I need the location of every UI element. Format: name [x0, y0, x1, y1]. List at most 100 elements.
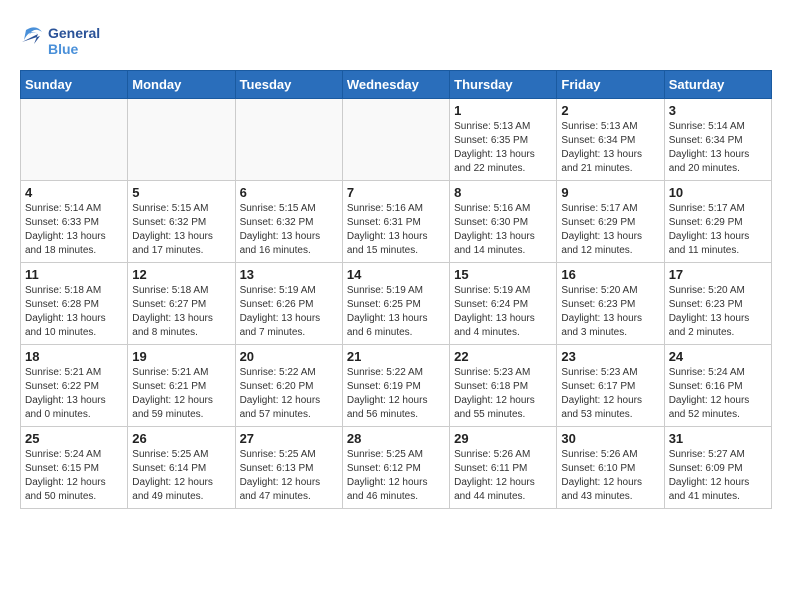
svg-text:Blue: Blue — [48, 41, 79, 57]
day-number: 11 — [25, 267, 123, 282]
day-number: 31 — [669, 431, 767, 446]
day-number: 12 — [132, 267, 230, 282]
calendar-day: 25 Sunrise: 5:24 AM Sunset: 6:15 PM Dayli… — [21, 427, 128, 509]
calendar-day: 10 Sunrise: 5:17 AM Sunset: 6:29 PM Dayli… — [664, 181, 771, 263]
day-number: 5 — [132, 185, 230, 200]
day-info: Sunrise: 5:22 AM Sunset: 6:20 PM Dayligh… — [240, 366, 338, 422]
calendar-day: 7 Sunrise: 5:16 AM Sunset: 6:31 PM Daylig… — [342, 181, 449, 263]
day-number: 4 — [25, 185, 123, 200]
day-info: Sunrise: 5:19 AM Sunset: 6:24 PM Dayligh… — [454, 284, 552, 340]
day-info: Sunrise: 5:14 AM Sunset: 6:34 PM Dayligh… — [669, 120, 767, 176]
day-number: 27 — [240, 431, 338, 446]
calendar-day — [128, 99, 235, 181]
calendar-day: 16 Sunrise: 5:20 AM Sunset: 6:23 PM Dayli… — [557, 263, 664, 345]
day-info: Sunrise: 5:16 AM Sunset: 6:30 PM Dayligh… — [454, 202, 552, 258]
column-header-saturday: Saturday — [664, 71, 771, 99]
calendar-day: 19 Sunrise: 5:21 AM Sunset: 6:21 PM Dayli… — [128, 345, 235, 427]
column-header-thursday: Thursday — [450, 71, 557, 99]
calendar-day: 31 Sunrise: 5:27 AM Sunset: 6:09 PM Dayli… — [664, 427, 771, 509]
day-info: Sunrise: 5:18 AM Sunset: 6:27 PM Dayligh… — [132, 284, 230, 340]
calendar-day: 30 Sunrise: 5:26 AM Sunset: 6:10 PM Dayli… — [557, 427, 664, 509]
day-info: Sunrise: 5:13 AM Sunset: 6:34 PM Dayligh… — [561, 120, 659, 176]
day-number: 14 — [347, 267, 445, 282]
calendar-day: 2 Sunrise: 5:13 AM Sunset: 6:34 PM Daylig… — [557, 99, 664, 181]
calendar-day: 21 Sunrise: 5:22 AM Sunset: 6:19 PM Dayli… — [342, 345, 449, 427]
calendar-header-row: SundayMondayTuesdayWednesdayThursdayFrid… — [21, 71, 772, 99]
calendar-day: 23 Sunrise: 5:23 AM Sunset: 6:17 PM Dayli… — [557, 345, 664, 427]
column-header-friday: Friday — [557, 71, 664, 99]
calendar-day: 4Sunrise: 5:14 AM Sunset: 6:33 PM Daylig… — [21, 181, 128, 263]
day-number: 16 — [561, 267, 659, 282]
day-number: 24 — [669, 349, 767, 364]
day-number: 21 — [347, 349, 445, 364]
calendar-week-row: 25 Sunrise: 5:24 AM Sunset: 6:15 PM Dayli… — [21, 427, 772, 509]
calendar-day: 18Sunrise: 5:21 AM Sunset: 6:22 PM Dayli… — [21, 345, 128, 427]
day-info: Sunrise: 5:26 AM Sunset: 6:10 PM Dayligh… — [561, 448, 659, 504]
day-number: 28 — [347, 431, 445, 446]
day-info: Sunrise: 5:26 AM Sunset: 6:11 PM Dayligh… — [454, 448, 552, 504]
day-number: 19 — [132, 349, 230, 364]
day-number: 26 — [132, 431, 230, 446]
day-info: Sunrise: 5:20 AM Sunset: 6:23 PM Dayligh… — [561, 284, 659, 340]
day-number: 30 — [561, 431, 659, 446]
day-number: 25 — [25, 431, 123, 446]
day-info: Sunrise: 5:19 AM Sunset: 6:25 PM Dayligh… — [347, 284, 445, 340]
day-number: 10 — [669, 185, 767, 200]
calendar-day: 12 Sunrise: 5:18 AM Sunset: 6:27 PM Dayli… — [128, 263, 235, 345]
day-number: 3 — [669, 103, 767, 118]
day-number: 2 — [561, 103, 659, 118]
calendar-week-row: 4Sunrise: 5:14 AM Sunset: 6:33 PM Daylig… — [21, 181, 772, 263]
day-info: Sunrise: 5:25 AM Sunset: 6:12 PM Dayligh… — [347, 448, 445, 504]
logo: GeneralBlue — [20, 20, 100, 60]
day-info: Sunrise: 5:23 AM Sunset: 6:17 PM Dayligh… — [561, 366, 659, 422]
column-header-wednesday: Wednesday — [342, 71, 449, 99]
calendar-day — [235, 99, 342, 181]
calendar-week-row: 18Sunrise: 5:21 AM Sunset: 6:22 PM Dayli… — [21, 345, 772, 427]
calendar-week-row: 1Sunrise: 5:13 AM Sunset: 6:35 PM Daylig… — [21, 99, 772, 181]
day-info: Sunrise: 5:18 AM Sunset: 6:28 PM Dayligh… — [25, 284, 123, 340]
calendar-day: 24Sunrise: 5:24 AM Sunset: 6:16 PM Dayli… — [664, 345, 771, 427]
column-header-tuesday: Tuesday — [235, 71, 342, 99]
day-info: Sunrise: 5:27 AM Sunset: 6:09 PM Dayligh… — [669, 448, 767, 504]
day-number: 7 — [347, 185, 445, 200]
day-number: 9 — [561, 185, 659, 200]
calendar-day: 13 Sunrise: 5:19 AM Sunset: 6:26 PM Dayli… — [235, 263, 342, 345]
day-number: 13 — [240, 267, 338, 282]
calendar-table: SundayMondayTuesdayWednesdayThursdayFrid… — [20, 70, 772, 509]
calendar-day: 8 Sunrise: 5:16 AM Sunset: 6:30 PM Daylig… — [450, 181, 557, 263]
day-info: Sunrise: 5:15 AM Sunset: 6:32 PM Dayligh… — [132, 202, 230, 258]
day-number: 1 — [454, 103, 552, 118]
calendar-day: 9Sunrise: 5:17 AM Sunset: 6:29 PM Daylig… — [557, 181, 664, 263]
day-number: 17 — [669, 267, 767, 282]
calendar-day: 15 Sunrise: 5:19 AM Sunset: 6:24 PM Dayli… — [450, 263, 557, 345]
day-number: 22 — [454, 349, 552, 364]
calendar-day: 29Sunrise: 5:26 AM Sunset: 6:11 PM Dayli… — [450, 427, 557, 509]
day-number: 6 — [240, 185, 338, 200]
calendar-day: 22 Sunrise: 5:23 AM Sunset: 6:18 PM Dayli… — [450, 345, 557, 427]
column-header-monday: Monday — [128, 71, 235, 99]
day-number: 15 — [454, 267, 552, 282]
svg-text:General: General — [48, 25, 100, 41]
page-header: GeneralBlue — [20, 20, 772, 60]
day-info: Sunrise: 5:15 AM Sunset: 6:32 PM Dayligh… — [240, 202, 338, 258]
calendar-day: 11 Sunrise: 5:18 AM Sunset: 6:28 PM Dayli… — [21, 263, 128, 345]
day-number: 23 — [561, 349, 659, 364]
calendar-day: 20Sunrise: 5:22 AM Sunset: 6:20 PM Dayli… — [235, 345, 342, 427]
column-header-sunday: Sunday — [21, 71, 128, 99]
day-info: Sunrise: 5:23 AM Sunset: 6:18 PM Dayligh… — [454, 366, 552, 422]
calendar-day: 17 Sunrise: 5:20 AM Sunset: 6:23 PM Dayli… — [664, 263, 771, 345]
logo-svg: GeneralBlue — [20, 20, 100, 60]
day-info: Sunrise: 5:19 AM Sunset: 6:26 PM Dayligh… — [240, 284, 338, 340]
day-info: Sunrise: 5:16 AM Sunset: 6:31 PM Dayligh… — [347, 202, 445, 258]
calendar-day: 14 Sunrise: 5:19 AM Sunset: 6:25 PM Dayli… — [342, 263, 449, 345]
day-number: 8 — [454, 185, 552, 200]
day-info: Sunrise: 5:17 AM Sunset: 6:29 PM Dayligh… — [669, 202, 767, 258]
calendar-day — [21, 99, 128, 181]
calendar-day: 3 Sunrise: 5:14 AM Sunset: 6:34 PM Daylig… — [664, 99, 771, 181]
day-info: Sunrise: 5:21 AM Sunset: 6:21 PM Dayligh… — [132, 366, 230, 422]
calendar-day: 6 Sunrise: 5:15 AM Sunset: 6:32 PM Daylig… — [235, 181, 342, 263]
day-info: Sunrise: 5:22 AM Sunset: 6:19 PM Dayligh… — [347, 366, 445, 422]
day-info: Sunrise: 5:24 AM Sunset: 6:15 PM Dayligh… — [25, 448, 123, 504]
day-number: 18 — [25, 349, 123, 364]
day-info: Sunrise: 5:20 AM Sunset: 6:23 PM Dayligh… — [669, 284, 767, 340]
